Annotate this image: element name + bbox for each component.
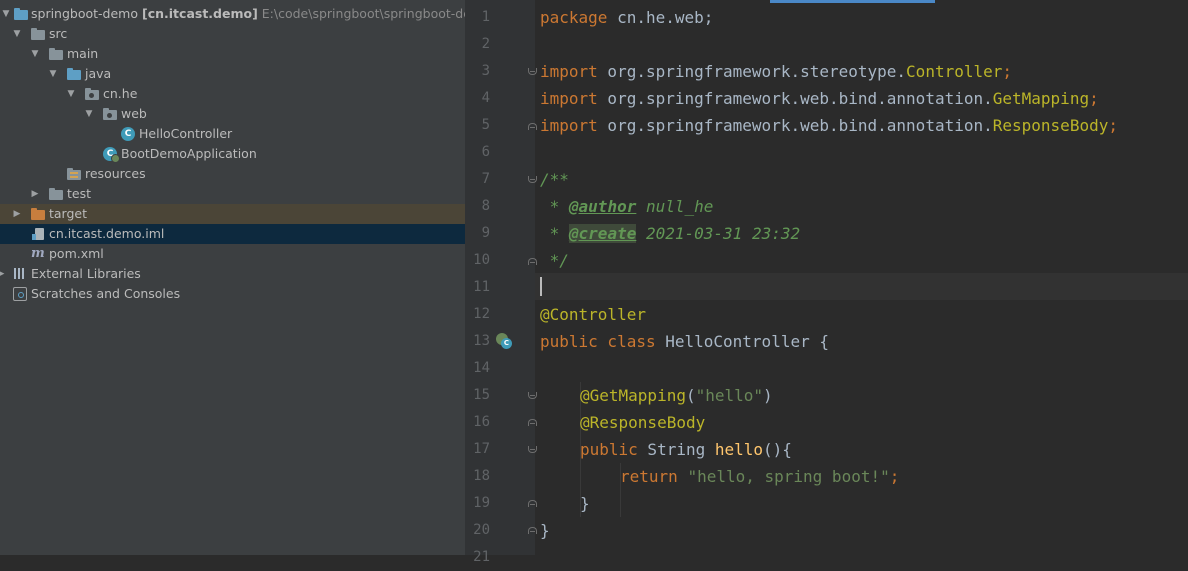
package-icon	[103, 107, 117, 121]
source-folder-icon	[67, 67, 81, 81]
code-line-18: return "hello, spring boot!";	[620, 467, 900, 486]
module-name: [cn.itcast.demo]	[142, 6, 258, 21]
code-line-20: }	[540, 521, 550, 540]
tree-item-hellocontroller[interactable]: C HelloController	[0, 124, 465, 144]
tree-item-springboot-demo[interactable]: ▼ springboot-demo [cn.itcast.demo] E:\co…	[0, 4, 465, 24]
tree-item-label: main	[67, 46, 99, 61]
tree-item-label: HelloController	[139, 126, 233, 141]
line-number: 21	[473, 549, 490, 565]
code-line-8: * @author null_he	[540, 197, 714, 216]
code-line-10: */	[540, 251, 569, 270]
line-number: 16	[473, 414, 490, 430]
tree-item-iml[interactable]: cn.itcast.demo.iml	[0, 224, 465, 244]
chevron-down-icon[interactable]: ▼	[83, 104, 95, 124]
folder-icon	[31, 27, 45, 41]
code-line-4: import org.springframework.web.bind.anno…	[540, 89, 1099, 108]
chevron-right-icon[interactable]: ▶	[11, 204, 23, 224]
tree-item-src[interactable]: ▼ src	[0, 24, 465, 44]
chevron-down-icon[interactable]: ▼	[0, 4, 12, 24]
tree-item-test[interactable]: ▶ test	[0, 184, 465, 204]
tree-item-label: java	[85, 66, 112, 81]
line-number: 9	[481, 225, 490, 241]
folder-icon	[49, 187, 63, 201]
code-line-16: @ResponseBody	[580, 413, 706, 432]
line-number: 7	[481, 171, 490, 187]
chevron-right-icon[interactable]: ▶	[29, 184, 41, 204]
library-icon	[13, 267, 27, 281]
code-line-5: import org.springframework.web.bind.anno…	[540, 116, 1118, 135]
line-number: 13	[473, 333, 490, 349]
line-number: 5	[481, 117, 490, 133]
module-path: E:\code\springboot\springboot-demo	[261, 6, 465, 21]
line-number: 4	[481, 90, 490, 106]
line-number: 10	[473, 252, 490, 268]
code-line-1: package cn.he.web;	[540, 8, 714, 27]
tree-item-resources[interactable]: resources	[0, 164, 465, 184]
chevron-down-icon[interactable]: ▼	[47, 64, 59, 84]
resources-folder-icon	[67, 167, 81, 181]
tree-item-web[interactable]: ▼ web	[0, 104, 465, 124]
line-number: 3	[481, 63, 490, 79]
line-number: 8	[481, 198, 490, 214]
chevron-down-icon[interactable]: ▼	[11, 24, 23, 44]
tree-item-label: target	[49, 206, 88, 221]
line-number: 14	[473, 360, 490, 376]
iml-file-icon	[32, 228, 44, 240]
tree-item-label: resources	[85, 166, 146, 181]
package-icon	[85, 87, 99, 101]
code-line-19: }	[580, 494, 590, 513]
tree-item-scratches[interactable]: Scratches and Consoles	[0, 284, 465, 304]
line-number: 17	[473, 441, 490, 457]
spring-boot-app-icon: C	[103, 147, 120, 163]
chevron-down-icon[interactable]: ▼	[65, 84, 77, 104]
code-line-15: @GetMapping("hello")	[580, 386, 773, 405]
code-line-13: public class HelloController {	[540, 332, 829, 351]
tree-item-label: pom.xml	[49, 246, 104, 261]
tree-item-cn-he[interactable]: ▼ cn.he	[0, 84, 465, 104]
line-number: 20	[473, 522, 490, 538]
spring-bean-gutter-icon[interactable]: C	[496, 333, 512, 349]
tree-item-label: BootDemoApplication	[121, 146, 257, 161]
tree-item-label: web	[121, 106, 147, 121]
tree-item-label: src	[49, 26, 68, 41]
line-number: 1	[481, 9, 490, 25]
folder-icon	[49, 47, 63, 61]
tree-item-label: External Libraries	[31, 266, 141, 281]
line-number: 6	[481, 144, 490, 160]
text-caret	[540, 277, 542, 296]
code-line-9: * @create 2021-03-31 23:32	[540, 224, 801, 243]
line-number: 12	[473, 306, 490, 322]
tree-item-pom[interactable]: m pom.xml	[0, 244, 465, 264]
code-line-17: public String hello(){	[580, 440, 792, 459]
line-number: 15	[473, 387, 490, 403]
java-class-icon: C	[121, 127, 135, 141]
code-line-7: /**	[540, 170, 569, 189]
line-number: 18	[473, 468, 490, 484]
module-folder-icon	[14, 7, 28, 21]
tree-item-bootdemoapplication[interactable]: C BootDemoApplication	[0, 144, 465, 164]
chevron-right-icon[interactable]: ▶	[0, 264, 7, 284]
line-number: 11	[473, 279, 490, 295]
tree-item-label: cn.he	[103, 86, 138, 101]
tree-item-label: test	[67, 186, 92, 201]
maven-icon: m	[31, 246, 45, 261]
tree-item-label: springboot-demo	[31, 6, 139, 21]
tree-item-java[interactable]: ▼ java	[0, 64, 465, 84]
code-line-12: @Controller	[540, 305, 646, 324]
project-tool-window: ▼ springboot-demo [cn.itcast.demo] E:\co…	[0, 0, 465, 555]
tree-item-label: Scratches and Consoles	[31, 286, 181, 301]
excluded-folder-icon	[31, 207, 45, 221]
tree-item-main[interactable]: ▼ main	[0, 44, 465, 64]
tree-item-target[interactable]: ▶ target	[0, 204, 465, 224]
line-number: 19	[473, 495, 490, 511]
chevron-down-icon[interactable]: ▼	[29, 44, 41, 64]
code-line-3: import org.springframework.stereotype.Co…	[540, 62, 1013, 81]
scratches-icon	[13, 287, 27, 301]
tree-item-external-libraries[interactable]: ▶ External Libraries	[0, 264, 465, 284]
line-number: 2	[481, 36, 490, 52]
tree-item-label: cn.itcast.demo.iml	[49, 226, 165, 241]
